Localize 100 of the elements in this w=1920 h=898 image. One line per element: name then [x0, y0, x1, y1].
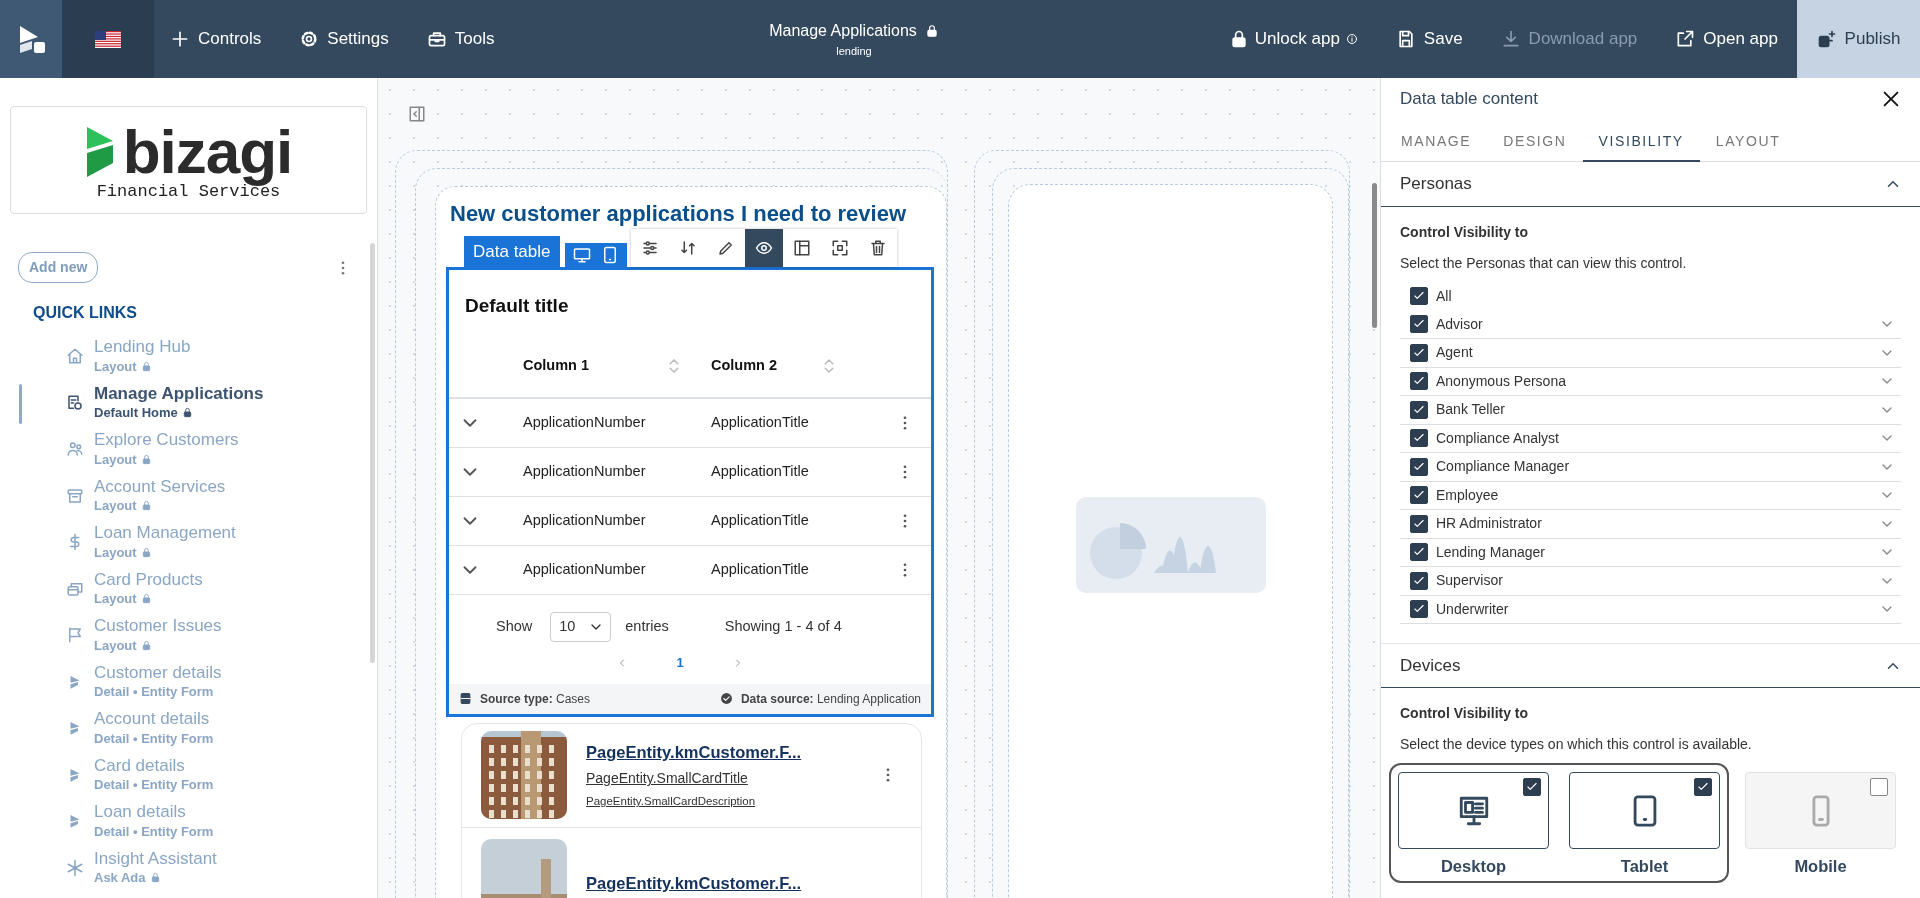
device-label: Mobile — [1794, 856, 1847, 877]
nav-link[interactable]: Insight Assistant — [94, 848, 377, 869]
tab[interactable]: VISIBILITY — [1582, 120, 1700, 162]
table-title: Default title — [464, 294, 570, 319]
card-title-link[interactable]: PageEntity.kmCustomer.F... — [586, 739, 802, 765]
menu-button[interactable]: Controls — [154, 0, 281, 78]
table-cell: ApplicationTitle — [711, 414, 809, 430]
device-option[interactable] — [1398, 772, 1549, 849]
nav-link[interactable]: Manage Applications — [94, 383, 377, 404]
toolbar-button[interactable]: Unlock app — [1209, 0, 1377, 78]
nav-subtitle: Detail • Entity Form — [94, 729, 214, 748]
tool-button[interactable] — [630, 229, 669, 268]
nav-link[interactable]: Card Products — [94, 569, 377, 590]
flag-icon[interactable] — [95, 30, 121, 48]
persona-label: All — [1436, 286, 1453, 306]
card-title-link[interactable]: PageEntity.kmCustomer.F... — [586, 870, 802, 896]
table-cell: ApplicationNumber — [523, 463, 646, 479]
table-cell: ApplicationTitle — [711, 463, 809, 479]
chart-placeholder-icon — [1075, 497, 1266, 593]
persona-label: HR Administrator — [1436, 514, 1543, 534]
checkbox[interactable] — [1870, 778, 1888, 796]
checkbox[interactable] — [1410, 514, 1428, 533]
device-option[interactable] — [1569, 772, 1720, 849]
tool-button[interactable] — [744, 229, 783, 268]
checkbox[interactable] — [1410, 343, 1428, 362]
tab[interactable]: MANAGE — [1385, 120, 1488, 162]
table-cell: ApplicationTitle — [711, 512, 809, 528]
column-header[interactable]: Column 2 — [711, 355, 778, 377]
add-new-button[interactable]: Add new — [18, 252, 99, 283]
scrollbar[interactable] — [1372, 183, 1377, 328]
checkbox[interactable] — [1410, 400, 1428, 419]
checkbox[interactable] — [1410, 315, 1428, 334]
checkbox[interactable] — [1410, 486, 1428, 505]
nav-link[interactable]: Loan Management — [94, 523, 377, 543]
logo-icon — [84, 125, 115, 178]
section-title[interactable]: Devices — [1400, 652, 1461, 679]
desktop-icon — [572, 246, 591, 265]
nav-link[interactable]: Account details — [94, 709, 377, 729]
nav-link[interactable]: Customer Issues — [94, 616, 377, 636]
scrollbar[interactable] — [370, 243, 375, 663]
card-description: PageEntity.SmallCardDescription — [586, 794, 757, 810]
tab[interactable]: LAYOUT — [1699, 120, 1797, 162]
checkbox[interactable] — [1410, 600, 1428, 619]
menu-button[interactable]: Settings — [280, 0, 408, 78]
nav-link[interactable]: Account Services — [94, 476, 377, 497]
tool-button[interactable] — [706, 229, 745, 268]
pencil-icon — [716, 239, 735, 258]
persona-label: Bank Teller — [1436, 400, 1506, 420]
table-cell: ApplicationTitle — [711, 561, 809, 577]
checkbox[interactable] — [1410, 372, 1428, 391]
subsection-heading: Control Visibility to — [1400, 704, 1530, 723]
device-label: Tablet — [1620, 856, 1669, 877]
persona-label: Agent — [1436, 343, 1474, 363]
publish-button[interactable]: Publish — [1797, 0, 1920, 78]
nav-link[interactable]: Lending Hub — [94, 337, 377, 357]
sliders-icon — [640, 239, 659, 258]
device-toggle[interactable] — [564, 243, 627, 268]
nav-subtitle: Layout — [94, 636, 137, 655]
results-summary: Showing 1 - 4 of 4 — [724, 616, 842, 636]
snowflake-icon — [66, 858, 84, 877]
nav-link[interactable]: Card details — [94, 755, 377, 776]
section-title[interactable]: Personas — [1400, 171, 1472, 197]
show-label: Show — [496, 616, 533, 636]
checkbox[interactable] — [1410, 543, 1428, 562]
info-icon — [1345, 33, 1358, 45]
checkbox[interactable] — [1523, 778, 1541, 796]
nav-subtitle: Ask Ada — [94, 869, 146, 888]
nav-link[interactable]: Loan details — [94, 802, 377, 822]
page-number[interactable]: 1 — [676, 652, 684, 673]
column-header[interactable]: Column 1 — [523, 355, 590, 377]
table-cell: ApplicationNumber — [523, 561, 646, 577]
tool-button[interactable] — [858, 229, 897, 268]
checkbox[interactable] — [1694, 778, 1712, 796]
checkbox[interactable] — [1410, 429, 1428, 448]
device-label: Desktop — [1440, 856, 1507, 877]
toolbar-button[interactable]: Save — [1376, 0, 1482, 78]
people-icon — [66, 440, 84, 458]
entries-label: entries — [625, 616, 669, 636]
section-heading: QUICK LINKS — [33, 303, 138, 323]
checkbox[interactable] — [1410, 457, 1428, 476]
active-indicator — [19, 383, 22, 424]
collapse-panel-icon[interactable] — [408, 105, 426, 123]
home-icon — [66, 347, 84, 365]
tab[interactable]: DESIGN — [1487, 120, 1583, 162]
nav-subtitle: Detail • Entity Form — [94, 822, 214, 841]
archive-icon — [66, 486, 84, 505]
toolbar-button[interactable]: Open app — [1656, 0, 1797, 78]
nav-link[interactable]: Explore Customers — [94, 430, 377, 450]
checkbox[interactable] — [1410, 287, 1428, 306]
page-size-select[interactable]: 10 — [550, 611, 612, 642]
nav-subtitle: Layout — [94, 590, 137, 609]
tool-button[interactable] — [782, 229, 821, 268]
nav-subtitle: Detail • Entity Form — [94, 683, 214, 702]
menu-button[interactable]: Tools — [407, 0, 514, 78]
nav-subtitle: Layout — [94, 450, 137, 469]
trash-icon — [868, 239, 887, 258]
checkbox[interactable] — [1410, 571, 1428, 590]
control-label: Data table — [464, 235, 560, 268]
persona-label: Underwriter — [1436, 599, 1510, 619]
nav-link[interactable]: Customer details — [94, 662, 377, 683]
